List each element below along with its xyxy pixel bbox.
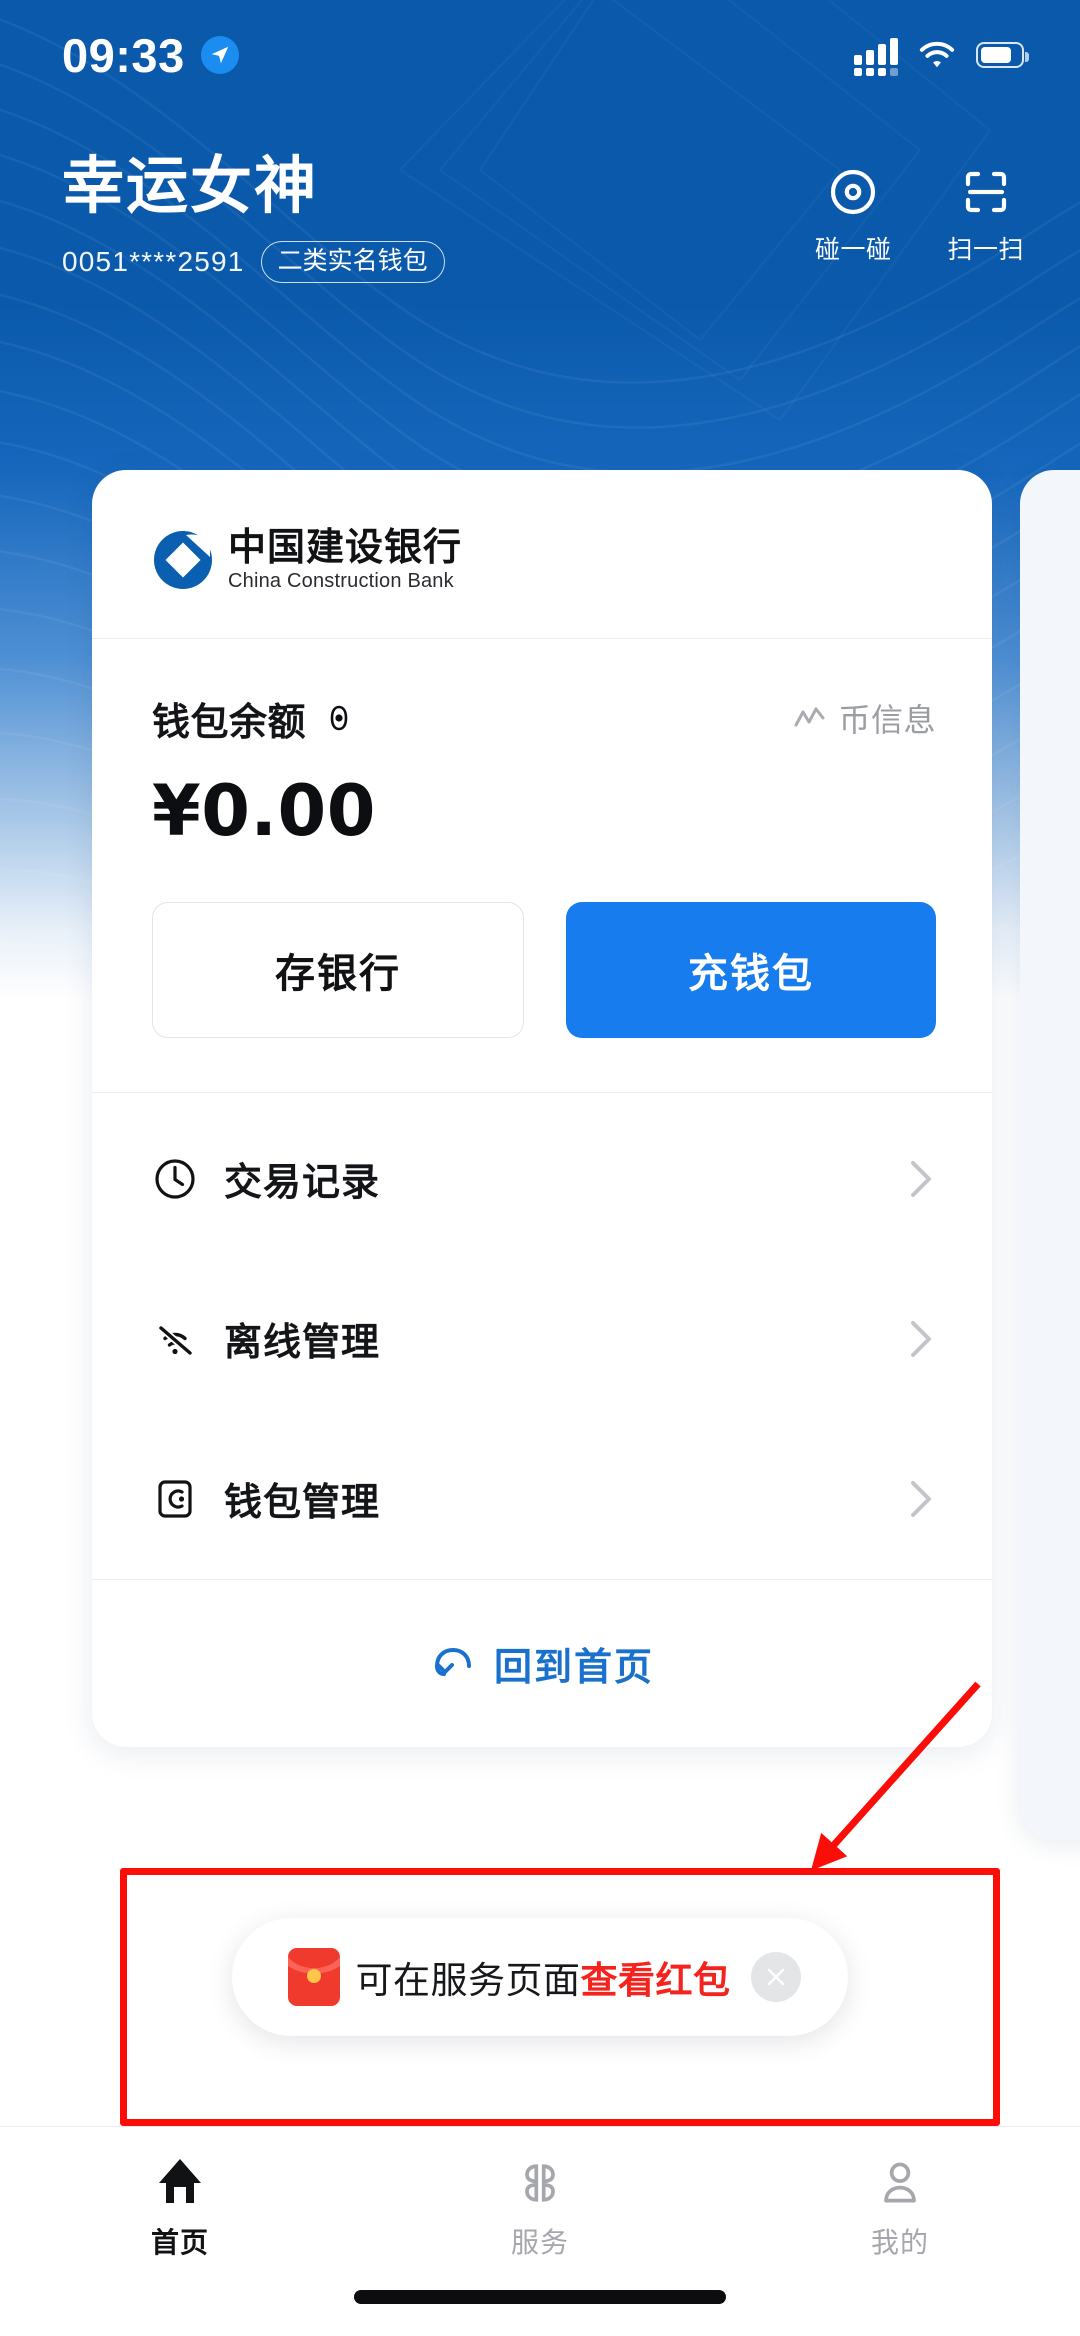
cellular-signal-icon	[854, 35, 898, 76]
back-to-home-link[interactable]: 回到首页	[92, 1578, 992, 1747]
clock-icon	[152, 1156, 198, 1202]
deposit-to-bank-button[interactable]: 存银行	[152, 901, 524, 1038]
home-indicator[interactable]	[354, 2290, 726, 2304]
red-envelope-toast[interactable]: 可在服务页面查看红包	[232, 1918, 848, 2036]
status-time: 09:33	[62, 28, 185, 82]
flip-back-icon	[430, 1644, 476, 1682]
location-arrow-icon	[200, 36, 239, 74]
wallet-icon	[152, 1476, 198, 1522]
menu-label: 交易记录	[224, 1162, 381, 1205]
bank-name-cn: 中国建设银行	[228, 525, 463, 569]
bank-brand: 中国建设银行 China Construction Bank	[92, 470, 992, 638]
home-icon	[152, 2153, 208, 2209]
balance-label-group[interactable]: 钱包余额	[152, 691, 356, 746]
balance-amount: ¥0.00	[152, 769, 376, 852]
scan-qr-label: 扫一扫	[947, 236, 1024, 264]
nfc-tap-button[interactable]: 碰一碰	[815, 166, 892, 266]
account-identity: 幸运女神 0051****2591 二类实名钱包	[62, 150, 445, 284]
status-bar: 09:33	[0, 0, 1080, 110]
account-number: 0051****2591	[62, 246, 245, 278]
bottom-tab-bar: 首页 服务 我的	[0, 2126, 1080, 2336]
account-type-badge: 二类实名钱包	[260, 241, 445, 284]
tab-profile[interactable]: 我的	[720, 2153, 1080, 2261]
status-bar-left: 09:33	[62, 32, 239, 79]
chevron-right-icon	[908, 1479, 934, 1519]
menu-item-offline-management[interactable]: 离线管理	[92, 1259, 992, 1419]
scan-qr-icon	[960, 166, 1012, 218]
toast-area: 可在服务页面查看红包	[0, 1880, 1080, 2120]
card-action-buttons: 存银行 充钱包	[92, 846, 992, 1092]
account-name: 幸运女神	[62, 152, 319, 221]
ccb-logo-icon	[152, 529, 214, 591]
bank-name-en: China Construction Bank	[228, 569, 454, 592]
card-menu-list: 交易记录 离线管理 钱包管理	[92, 1091, 992, 1579]
tab-home[interactable]: 首页	[0, 2153, 360, 2261]
wifi-icon	[918, 40, 956, 70]
wallet-card: 中国建设银行 China Construction Bank 钱包余额 币信息 …	[92, 470, 992, 1747]
trend-line-icon	[794, 705, 826, 731]
menu-item-wallet-management[interactable]: 钱包管理	[92, 1419, 992, 1579]
nfc-tap-label: 碰一碰	[814, 236, 892, 264]
phone-screen: 09:33 幸运女神 0051****2591 二类实名钱包 碰一碰 扫一扫 中…	[0, 0, 1080, 2336]
tab-label: 服务	[510, 2227, 569, 2258]
tab-services[interactable]: 服务	[360, 2153, 720, 2261]
tab-label: 首页	[150, 2227, 209, 2258]
account-header: 幸运女神 0051****2591 二类实名钱包 碰一碰 扫一扫	[0, 150, 1080, 284]
person-icon	[874, 2153, 926, 2209]
wifi-off-icon	[152, 1316, 198, 1362]
coin-info-label: 币信息	[838, 702, 936, 739]
menu-item-transaction-records[interactable]: 交易记录	[92, 1099, 992, 1259]
toast-text-normal: 可在服务页面	[355, 1960, 581, 2001]
battery-icon	[976, 42, 1029, 68]
balance-block: 钱包余额 币信息 ¥0.00	[92, 639, 992, 846]
menu-label: 离线管理	[224, 1322, 381, 1365]
toast-text-highlight: 查看红包	[580, 1960, 731, 2001]
menu-label: 钱包管理	[224, 1482, 381, 1525]
chevron-right-icon	[908, 1319, 934, 1359]
eye-icon[interactable]	[322, 701, 356, 735]
chevron-right-icon	[908, 1159, 934, 1199]
close-icon[interactable]	[750, 1952, 801, 2002]
grid-apps-icon	[514, 2153, 566, 2209]
toast-text: 可在服务页面查看红包	[356, 1950, 731, 2004]
balance-label: 钱包余额	[152, 701, 307, 744]
status-bar-right	[854, 35, 1029, 76]
nfc-tap-icon	[827, 166, 879, 218]
back-to-home-label: 回到首页	[493, 1646, 654, 1689]
header-actions: 碰一碰 扫一扫	[815, 150, 1024, 266]
tab-label: 我的	[870, 2227, 929, 2258]
account-subline: 0051****2591 二类实名钱包	[62, 241, 445, 284]
next-card-preview[interactable]	[1020, 470, 1080, 1840]
coin-info-button[interactable]: 币信息	[794, 695, 936, 741]
scan-qr-button[interactable]: 扫一扫	[947, 166, 1024, 266]
red-envelope-icon	[286, 1946, 342, 2008]
topup-wallet-button[interactable]: 充钱包	[566, 901, 936, 1038]
